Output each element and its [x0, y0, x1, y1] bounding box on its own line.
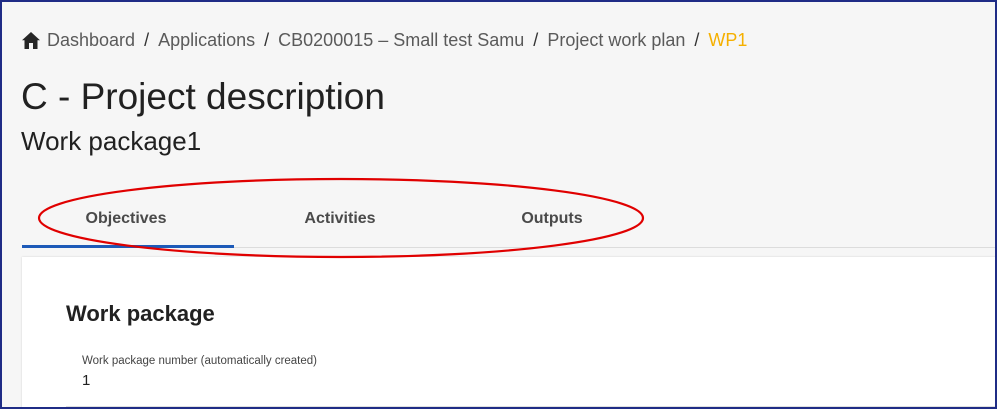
breadcrumb-current: WP1: [708, 30, 748, 50]
page-title: C - Project description: [21, 76, 385, 117]
breadcrumb-separator: /: [533, 30, 539, 50]
field-underline: [66, 406, 997, 407]
breadcrumb-separator: /: [694, 30, 700, 50]
breadcrumb-dashboard[interactable]: Dashboard: [47, 30, 135, 51]
work-package-card: Work package Work package number (automa…: [22, 257, 997, 409]
work-package-number-label: Work package number (automatically creat…: [82, 355, 318, 367]
breadcrumb-applications[interactable]: Applications: [158, 30, 255, 51]
breadcrumb-application[interactable]: CB0200015 – Small test Samu: [278, 30, 524, 51]
work-package-number-value: 1: [82, 372, 91, 389]
breadcrumb-separator: /: [144, 30, 150, 50]
breadcrumb-separator: /: [264, 30, 270, 50]
breadcrumb: Dashboard / Applications / CB0200015 – S…: [22, 30, 747, 51]
page-subtitle: Work package1: [21, 126, 202, 156]
annotation-ellipse: [37, 177, 645, 259]
section-title: Work package: [66, 301, 215, 326]
breadcrumb-project-work-plan[interactable]: Project work plan: [547, 30, 685, 51]
home-icon[interactable]: [22, 32, 40, 49]
